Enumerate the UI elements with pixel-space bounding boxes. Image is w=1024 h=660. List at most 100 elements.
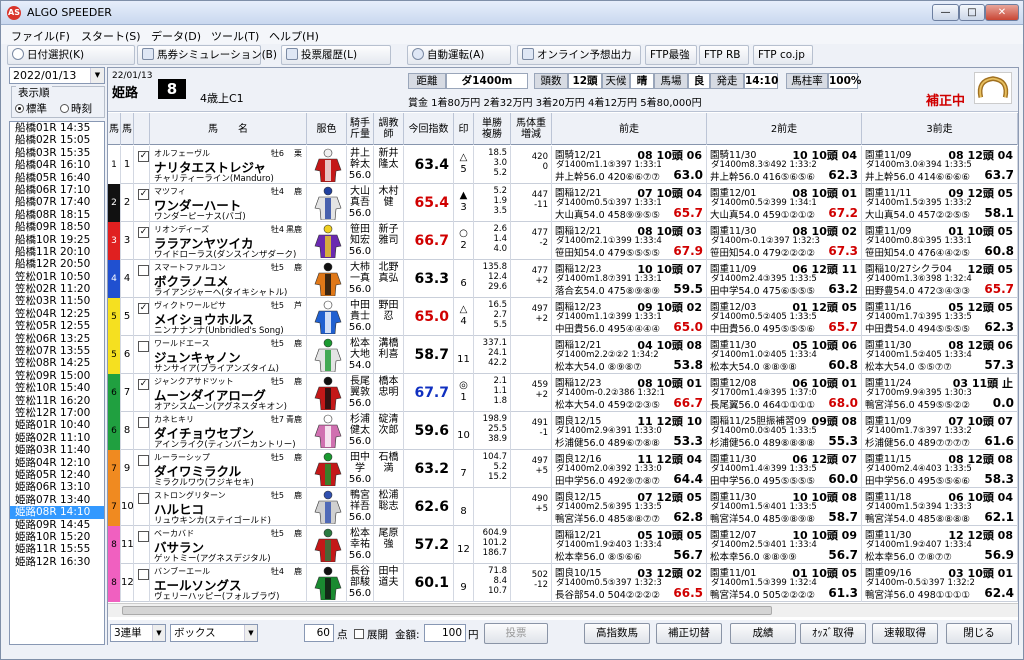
menu-tools[interactable]: ツール(T) <box>211 28 259 44</box>
prev-race-2[interactable]: 園重11/30 05 10頭 06 ダ1400m1.0②405 1:33:4 松本大5… <box>707 336 862 374</box>
race-list-item[interactable]: 船橋01R 14:35 <box>10 122 104 134</box>
amount-field[interactable]: 100 <box>424 624 466 642</box>
ftp-best-button[interactable]: FTP最強 <box>645 45 697 65</box>
horizontal-scrollbar[interactable] <box>108 603 1018 617</box>
prev-race-2[interactable]: 園重12/07 10 10頭 09 ダ1400m2.5③401 1:33:4 松本幸5… <box>707 526 862 564</box>
prev-race-1[interactable]: 園稲12/23 09 10頭 02 ダ1400m1.1②399 1:33:1 中田貴5… <box>552 298 707 336</box>
race-list-item[interactable]: 姫路09R 14:45 <box>10 519 104 531</box>
menu-data[interactable]: データ(D) <box>151 28 201 44</box>
bet-method-select[interactable]: ボックス ▼ <box>170 624 258 642</box>
prev-race-2[interactable]: 園重11/30 10 10頭 08 ダ1400m1.5④401 1:33:5 鴨宮洋5… <box>707 488 862 526</box>
race-list-item[interactable]: 船橋03R 15:35 <box>10 147 104 159</box>
race-list-item[interactable]: 笠松11R 16:20 <box>10 395 104 407</box>
prev-race-1[interactable]: 園稲12/21 08 10頭 03 ダ1400m2.1①399 1:33:4 笹田知5… <box>552 222 707 260</box>
race-list-item[interactable]: 姫路10R 15:20 <box>10 531 104 543</box>
date-dropdown[interactable]: 2022/01/13 ▼ <box>9 67 105 84</box>
prev-race-2[interactable]: 園重11/01 01 10頭 05 ダ1400m1.5③399 1:32:4 鴨宮洋5… <box>707 564 862 602</box>
race-list-item[interactable]: 姫路01R 10:40 <box>10 419 104 431</box>
prev-race-2[interactable]: 園重12/01 08 10頭 01 ダ1400m0.5②399 1:34:1 大山真5… <box>707 184 862 222</box>
mark-cell[interactable]: 10 <box>454 412 474 450</box>
results-button[interactable]: 成績 <box>730 623 796 644</box>
race-list-item[interactable]: 笠松06R 13:25 <box>10 333 104 345</box>
menu-help[interactable]: ヘルプ(H) <box>269 28 319 44</box>
order-standard-radio[interactable]: 標準 <box>15 101 47 116</box>
mark-cell[interactable]: △ 5 <box>454 146 474 184</box>
race-list-item[interactable]: 船橋06R 17:10 <box>10 184 104 196</box>
race-list-item[interactable]: 姫路08R 14:10 <box>10 506 104 519</box>
race-list-item[interactable]: 笠松03R 11:50 <box>10 295 104 307</box>
points-field[interactable]: 60 <box>304 624 334 642</box>
race-list-item[interactable]: 船橋07R 17:40 <box>10 196 104 208</box>
race-list-item[interactable]: 笠松08R 14:25 <box>10 357 104 369</box>
race-list-item[interactable]: 笠松04R 12:25 <box>10 308 104 320</box>
mark-cell[interactable]: 8 <box>454 488 474 526</box>
prev-race-2[interactable]: 園重11/30 06 12頭 07 ダ1400m1.4④399 1:33:5 田中学5… <box>707 450 862 488</box>
prev-race-3[interactable]: 園重11/18 06 10頭 04 ダ1400m1.5②394 1:33:3 鴨宮洋5… <box>862 488 1018 526</box>
race-list-item[interactable]: 笠松10R 15:40 <box>10 382 104 394</box>
mark-cell[interactable]: ◎ 1 <box>454 374 474 412</box>
race-list-item[interactable]: 姫路11R 15:55 <box>10 543 104 555</box>
select-checkbox[interactable] <box>138 493 149 504</box>
ftp-rb-button[interactable]: FTP RB <box>699 45 749 65</box>
prev-race-3[interactable]: 園重11/24 03 11頭 止ダ1700m9.9④395 1:30:3 鴨宮洋56… <box>862 374 1018 412</box>
race-list-item[interactable]: 船橋02R 15:05 <box>10 134 104 146</box>
bet-simulation-button[interactable]: 馬券シミュレーション(B) <box>137 45 277 65</box>
ftp-co-jp-button[interactable]: FTP co.jp <box>753 45 813 65</box>
prev-race-3[interactable]: 園重11/11 09 12頭 05 ダ1400m1.5②395 1:33:2 大山真5… <box>862 184 1018 222</box>
prev-race-1[interactable]: 園良10/15 03 12頭 02 ダ1400m0.5⑤397 1:32:3 長谷部5… <box>552 564 707 602</box>
race-list-item[interactable]: 笠松05R 12:55 <box>10 320 104 332</box>
select-checkbox[interactable] <box>138 341 149 352</box>
prev-race-2[interactable]: 園重12/03 01 12頭 05 ダ1400m0.5②405 1:33:5 中田貴5… <box>707 298 862 336</box>
select-checkbox[interactable]: ✓ <box>138 189 149 200</box>
race-list-item[interactable]: 笠松12R 17:00 <box>10 407 104 419</box>
prev-race-3[interactable]: 園稲10/27シクラ04 12頭 05 ダ1400m1.3⑥398 1:32:4 田野… <box>862 260 1018 298</box>
prev-race-3[interactable]: 園重11/15 08 12頭 08 ダ1400m2.4④403 1:33:5 田中学5… <box>862 450 1018 488</box>
race-list-item[interactable]: 姫路05R 12:40 <box>10 469 104 481</box>
expand-checkbox[interactable]: 展開 <box>354 627 388 642</box>
select-checkbox[interactable]: ✓ <box>138 303 149 314</box>
order-time-radio[interactable]: 時刻 <box>60 101 92 116</box>
prev-race-3[interactable]: 園重11/09 07 10頭 07 ダ1400m1.7⑤397 1:33:2 杉浦健5… <box>862 412 1018 450</box>
race-list-item[interactable]: 笠松01R 10:50 <box>10 271 104 283</box>
minimize-button[interactable]: — <box>932 4 959 21</box>
prev-race-1[interactable]: 園稲12/21 05 10頭 05 ダ1400m1.9②403 1:33:4 松本幸5… <box>552 526 707 564</box>
mark-cell[interactable]: ○ 2 <box>454 222 474 260</box>
prev-race-1[interactable]: 園稲12/21 07 10頭 04 ダ1400m0.5①397 1:33:1 大山真5… <box>552 184 707 222</box>
race-list-item[interactable]: 船橋05R 16:40 <box>10 172 104 184</box>
race-list[interactable]: 船橋01R 14:35 船橋02R 15:05 船橋03R 15:35 船橋04R 1… <box>9 121 105 645</box>
prev-race-1[interactable]: 園稲12/23 10 10頭 07 ダ1400m1.8⑦391 1:33:1 落合玄5… <box>552 260 707 298</box>
select-checkbox[interactable] <box>138 417 149 428</box>
vote-button[interactable]: 投票 <box>484 623 548 644</box>
high-index-button[interactable]: 高指数馬 <box>584 623 650 644</box>
select-checkbox[interactable] <box>138 265 149 276</box>
race-list-item[interactable]: 笠松02R 11:20 <box>10 283 104 295</box>
prev-race-1[interactable]: 園稲12/23 08 10頭 01 ダ1400m-0.2②386 1:32:1 松本大… <box>552 374 707 412</box>
scrollbar-thumb[interactable] <box>122 606 772 615</box>
prev-race-2[interactable]: 園重12/08 06 10頭 01 ダ1700m1.4⑨395 1:37:0 長尾翼5… <box>707 374 862 412</box>
race-list-item[interactable]: 姫路02R 11:10 <box>10 432 104 444</box>
mark-cell[interactable]: △ 4 <box>454 298 474 336</box>
prev-race-1[interactable]: 園良12/15 07 12頭 05 ダ1400m2.5⑥395 1:33:5 鴨宮洋5… <box>552 488 707 526</box>
select-checkbox[interactable]: ✓ <box>138 227 149 238</box>
select-checkbox[interactable]: ✓ <box>138 379 149 390</box>
online-prediction-button[interactable]: オンライン予想出力 <box>517 45 641 65</box>
flash-button[interactable]: 速報取得 <box>872 623 938 644</box>
race-list-item[interactable]: 船橋04R 16:10 <box>10 159 104 171</box>
vote-history-button[interactable]: 投票履歴(L) <box>281 45 391 65</box>
prev-race-3[interactable]: 園重11/09 01 10頭 05 ダ1400m0.8①395 1:33:1 笹田知5… <box>862 222 1018 260</box>
select-checkbox[interactable] <box>138 455 149 466</box>
prev-race-1[interactable]: 園良12/16 11 12頭 04 ダ1400m2.0④392 1:33:0 田中学5… <box>552 450 707 488</box>
race-list-item[interactable]: 笠松09R 15:00 <box>10 370 104 382</box>
prev-race-2[interactable]: 園稲11/25胆振補習09 09頭 08 ダ1400m0.0⑤405 1:33:5 杉… <box>707 412 862 450</box>
prev-race-3[interactable]: 園重11/09 08 12頭 04 ダ1400m3.0④394 1:33:5 井上幹5… <box>862 146 1018 184</box>
race-list-item[interactable]: 船橋08R 18:15 <box>10 209 104 221</box>
prev-race-3[interactable]: 園重11/30 08 12頭 06 ダ1400m1.5②405 1:33:4 松本大5… <box>862 336 1018 374</box>
mark-cell[interactable]: 11 <box>454 336 474 374</box>
prev-race-1[interactable]: 園騎12/21 08 10頭 06 ダ1400m1.1⑤397 1:33:1 井上幹5… <box>552 146 707 184</box>
prev-race-2[interactable]: 園騎11/30 10 10頭 04 ダ1400m8.3⑤492 1:33:2 井上幹5… <box>707 146 862 184</box>
odds-button[interactable]: ｵｯｽﾞ取得 <box>800 623 866 644</box>
close-window-button[interactable]: ✕ <box>985 4 1019 21</box>
race-list-item[interactable]: 姫路06R 13:10 <box>10 481 104 493</box>
race-list-item[interactable]: 姫路07R 13:40 <box>10 494 104 506</box>
prev-race-3[interactable]: 園重11/30 12 12頭 08 ダ1400m1.9②407 1:33:4 松本幸5… <box>862 526 1018 564</box>
